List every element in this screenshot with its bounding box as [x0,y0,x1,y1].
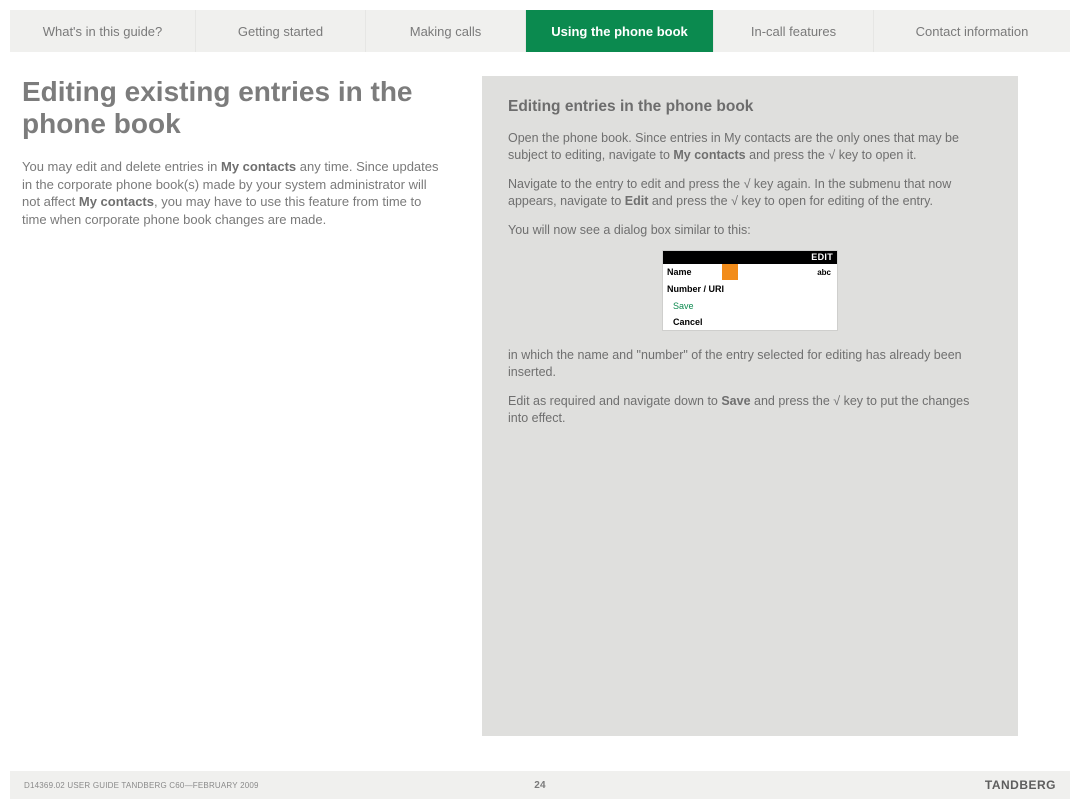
nav-contact-information[interactable]: Contact information [874,10,1070,52]
text-bold: Edit [625,194,649,208]
panel-p2: Navigate to the entry to edit and press … [508,176,992,210]
check-icon: √ [731,194,738,208]
text-fragment: key to open for editing of the entry. [738,194,933,208]
nav-getting-started[interactable]: Getting started [196,10,366,52]
text-fragment: You may edit and delete entries in [22,159,221,174]
footer-bar: D14369.02 USER GUIDE TANDBERG C60—FEBRUA… [10,771,1070,799]
left-column: Editing existing entries in the phone bo… [22,76,482,736]
intro-paragraph: You may edit and delete entries in My co… [22,158,442,228]
panel-p5: Edit as required and navigate down to Sa… [508,393,992,427]
dialog-row-name: Name abc [663,264,837,281]
dialog-row-number: Number / URI [663,281,837,298]
nav-whats-in-guide[interactable]: What's in this guide? [10,10,196,52]
page: What's in this guide? Getting started Ma… [10,0,1070,736]
edit-dialog: EDIT Name abc Number / URI Save Cancel [662,250,838,331]
right-panel: Editing entries in the phone book Open t… [482,76,1018,736]
text-bold: Save [721,394,750,408]
dialog-label-number: Number / URI [667,284,727,294]
dialog-cancel: Cancel [663,314,837,330]
dialog-illustration: EDIT Name abc Number / URI Save Cancel [508,250,992,331]
text-fragment: Navigate to the entry to edit and press … [508,177,744,191]
nav-using-phone-book[interactable]: Using the phone book [526,10,714,52]
text-fragment: key to open it. [835,148,916,162]
page-title: Editing existing entries in the phone bo… [22,76,442,140]
text-bold: My contacts [221,159,296,174]
content-area: Editing existing entries in the phone bo… [10,76,1070,736]
footer-doc-id: D14369.02 USER GUIDE TANDBERG C60—FEBRUA… [24,781,259,790]
dialog-hint-abc: abc [817,268,831,277]
panel-p4: in which the name and "number" of the en… [508,347,992,381]
text-bold: My contacts [79,194,154,209]
panel-p3: You will now see a dialog box similar to… [508,222,992,239]
panel-heading: Editing entries in the phone book [508,98,992,116]
dialog-save: Save [663,298,837,314]
text-fragment: Edit as required and navigate down to [508,394,721,408]
panel-p1: Open the phone book. Since entries in My… [508,130,992,164]
dialog-title: EDIT [663,251,837,264]
page-number: 24 [534,780,546,791]
text-fragment: and press the [751,394,834,408]
nav-in-call-features[interactable]: In-call features [714,10,874,52]
top-nav: What's in this guide? Getting started Ma… [10,10,1070,52]
text-fragment: and press the [648,194,731,208]
dialog-label-name: Name [667,267,727,277]
brand-logo: TANDBERG [985,778,1056,792]
nav-making-calls[interactable]: Making calls [366,10,526,52]
text-fragment: and press the [746,148,829,162]
text-bold: My contacts [673,148,745,162]
